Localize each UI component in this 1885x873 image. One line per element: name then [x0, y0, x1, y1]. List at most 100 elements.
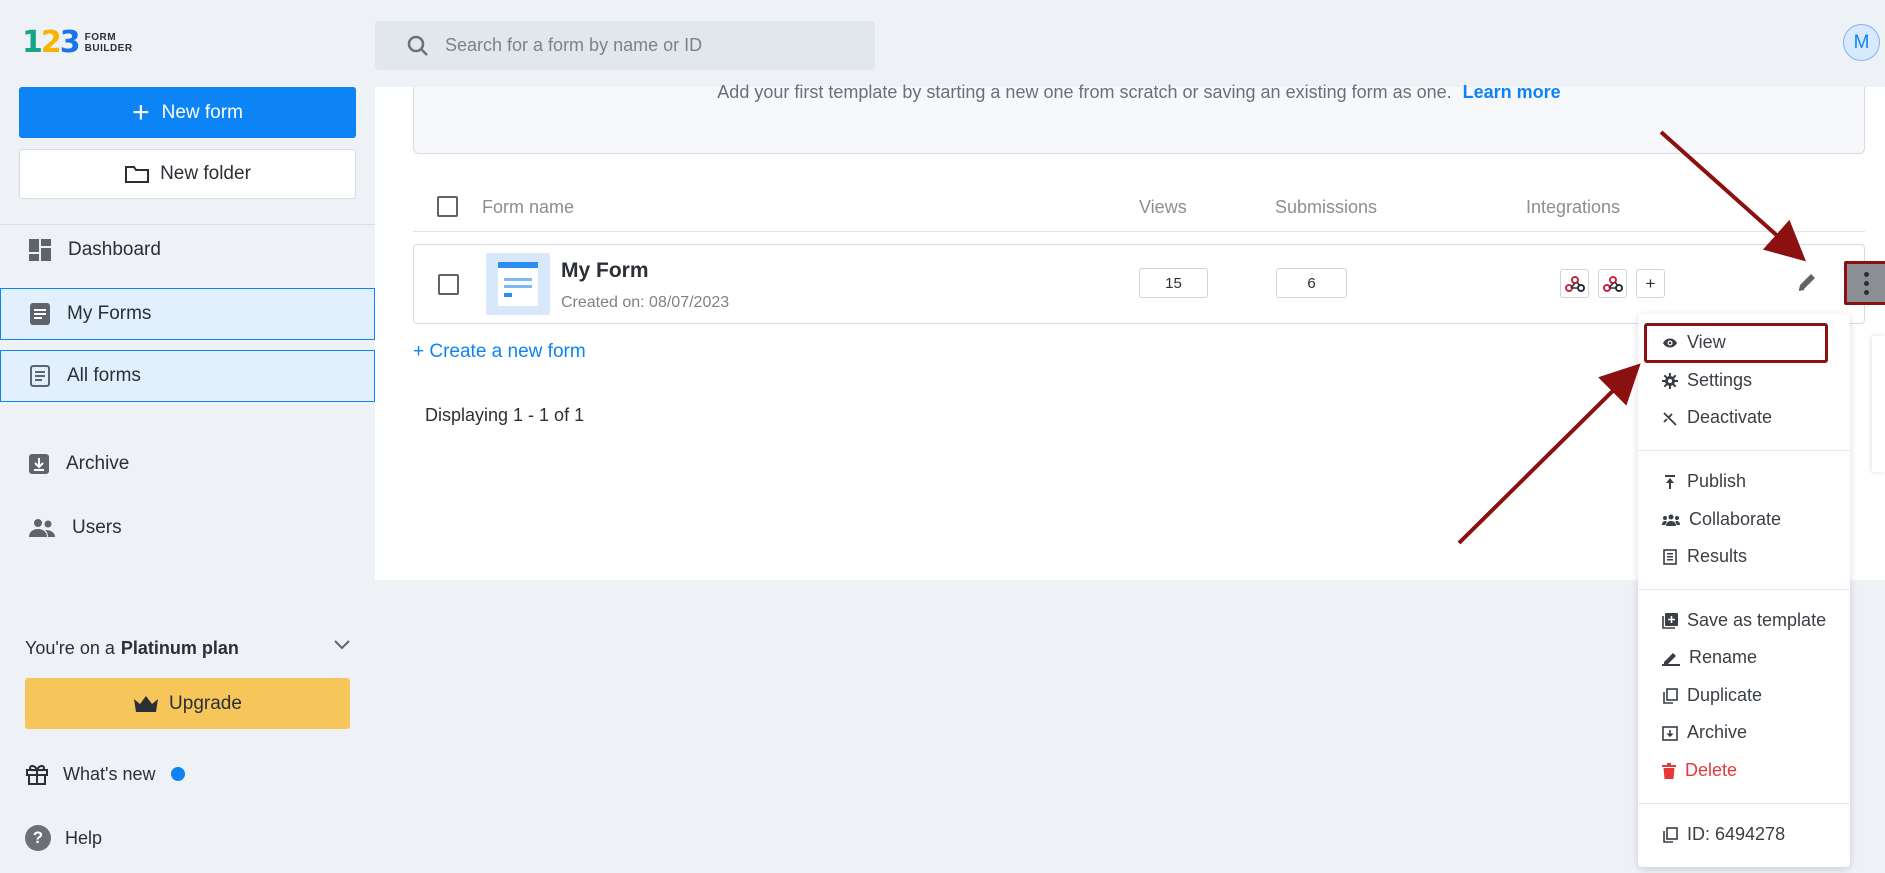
hidden-panel-edge: [1872, 336, 1885, 472]
select-all-checkbox[interactable]: [437, 196, 458, 217]
menu-item-label: Deactivate: [1687, 407, 1773, 427]
submissions-count[interactable]: 6: [1276, 268, 1347, 298]
menu-item-duplicate[interactable]: Duplicate: [1662, 685, 1762, 706]
template-message: Add your first template by starting a ne…: [717, 82, 1452, 102]
new-form-label: New form: [161, 101, 243, 123]
menu-item-save-as-template[interactable]: Save as template: [1662, 610, 1826, 631]
search-icon: [407, 35, 428, 56]
menu-item-archive[interactable]: Archive: [1662, 722, 1747, 743]
templates-empty-state: Add your first template by starting a ne…: [413, 82, 1865, 154]
menu-item-rename[interactable]: Rename: [1662, 647, 1757, 668]
sidebar-item-my-forms[interactable]: My Forms: [0, 288, 375, 340]
kebab-dot: [1864, 280, 1869, 286]
menu-item-label: Publish: [1687, 471, 1747, 491]
help-icon: ?: [25, 825, 51, 851]
views-count[interactable]: 15: [1139, 268, 1208, 298]
kebab-dot: [1864, 271, 1869, 277]
menu-item-results[interactable]: Results: [1662, 546, 1747, 567]
trash-icon: [1662, 762, 1676, 779]
sidebar-item-label: Archive: [66, 453, 130, 474]
plan-prefix: You're on a: [25, 638, 115, 658]
chevron-down-icon: [334, 640, 350, 650]
sidebar-item-dashboard[interactable]: Dashboard: [0, 224, 375, 276]
upgrade-label: Upgrade: [169, 692, 242, 714]
column-header-views[interactable]: Views: [1139, 197, 1187, 218]
menu-item-settings[interactable]: Settings: [1662, 370, 1752, 391]
dashboard-icon: [29, 239, 51, 261]
table-row[interactable]: My Form Created on: 08/07/2023 15 6 +: [413, 244, 1885, 324]
notification-dot: [171, 767, 186, 781]
menu-item-label: Results: [1687, 546, 1748, 566]
webhook-icon: [1602, 275, 1623, 292]
whats-new-link[interactable]: What's new: [25, 762, 186, 786]
logo[interactable]: 123 FORM BUILDER: [22, 28, 133, 58]
archive-icon: [29, 454, 49, 474]
menu-item-deactivate[interactable]: Deactivate: [1662, 407, 1772, 428]
search-input[interactable]: [445, 35, 845, 56]
logo-mark: 123: [22, 25, 81, 60]
logo-text-line1: FORM: [84, 32, 117, 43]
menu-item-view[interactable]: View: [1662, 332, 1726, 353]
copy-icon: [1663, 826, 1678, 843]
sidebar-item-label: Users: [72, 517, 122, 538]
eye-icon: [1663, 338, 1677, 347]
menu-item-label: Collaborate: [1689, 509, 1782, 529]
form-icon: [30, 303, 50, 325]
menu-divider: [1638, 589, 1850, 590]
form-id-label: ID: 6494278: [1687, 824, 1786, 844]
menu-item-publish[interactable]: Publish: [1662, 471, 1746, 492]
webhook-integration[interactable]: [1598, 269, 1627, 298]
deactivate-icon: [1663, 411, 1677, 426]
form-created-date: Created on: 08/07/2023: [561, 294, 730, 311]
search-bar[interactable]: [375, 21, 875, 70]
new-folder-label: New folder: [160, 163, 251, 184]
menu-item-label: View: [1687, 332, 1726, 352]
new-form-button[interactable]: + New form: [19, 87, 356, 138]
menu-divider: [1638, 450, 1850, 451]
users-icon: [29, 519, 55, 537]
menu-item-label: Duplicate: [1687, 685, 1763, 705]
form-name[interactable]: My Form: [561, 259, 649, 283]
menu-item-form-id[interactable]: ID: 6494278: [1662, 824, 1785, 845]
sidebar-item-all-forms[interactable]: All forms: [0, 350, 375, 402]
menu-item-delete[interactable]: Delete: [1662, 760, 1737, 781]
plan-selector[interactable]: You're on a Platinum plan: [25, 638, 350, 659]
menu-divider: [1638, 803, 1850, 804]
menu-item-label: Rename: [1689, 647, 1758, 667]
help-label: Help: [65, 827, 103, 848]
form-options-menu: View Settings Deactivate Publish Collabo…: [1638, 314, 1850, 867]
row-checkbox[interactable]: [438, 274, 459, 295]
learn-more-link[interactable]: Learn more: [1463, 82, 1561, 102]
logo-text-line2: BUILDER: [84, 43, 133, 54]
collaborate-icon: [1662, 514, 1680, 526]
add-integration-button[interactable]: +: [1636, 269, 1665, 298]
crown-icon: [134, 695, 159, 712]
help-link[interactable]: ? Help: [25, 825, 102, 851]
archive-icon: [1662, 725, 1678, 741]
avatar[interactable]: M: [1843, 24, 1880, 61]
gear-icon: [1662, 372, 1678, 389]
pagination-info: Displaying 1 - 1 of 1: [425, 405, 585, 425]
plan-name: Platinum plan: [120, 638, 239, 658]
column-header-integrations: Integrations: [1526, 197, 1621, 217]
column-header-submissions[interactable]: Submissions: [1275, 197, 1377, 218]
column-header-form-name[interactable]: Form name: [482, 197, 574, 218]
sidebar-item-archive[interactable]: Archive: [0, 438, 375, 490]
plus-icon: +: [132, 95, 150, 129]
edit-pencil-icon[interactable]: [1796, 271, 1818, 293]
whats-new-label: What's new: [63, 763, 156, 784]
sidebar-item-label: Dashboard: [68, 239, 161, 260]
form-list-icon: [30, 365, 50, 387]
upgrade-button[interactable]: Upgrade: [25, 678, 350, 729]
menu-item-label: Save as template: [1687, 610, 1827, 630]
sidebar-item-users[interactable]: Users: [0, 502, 375, 554]
form-thumbnail[interactable]: [486, 253, 550, 315]
create-new-form-link[interactable]: + Create a new form: [413, 341, 586, 363]
webhook-integration[interactable]: [1560, 269, 1589, 298]
sidebar-item-label: My Forms: [67, 303, 152, 324]
rename-pencil-icon: [1662, 652, 1680, 666]
more-options-button[interactable]: [1844, 261, 1885, 305]
menu-item-collaborate[interactable]: Collaborate: [1662, 509, 1781, 530]
results-icon: [1663, 548, 1677, 565]
new-folder-button[interactable]: New folder: [19, 149, 356, 199]
